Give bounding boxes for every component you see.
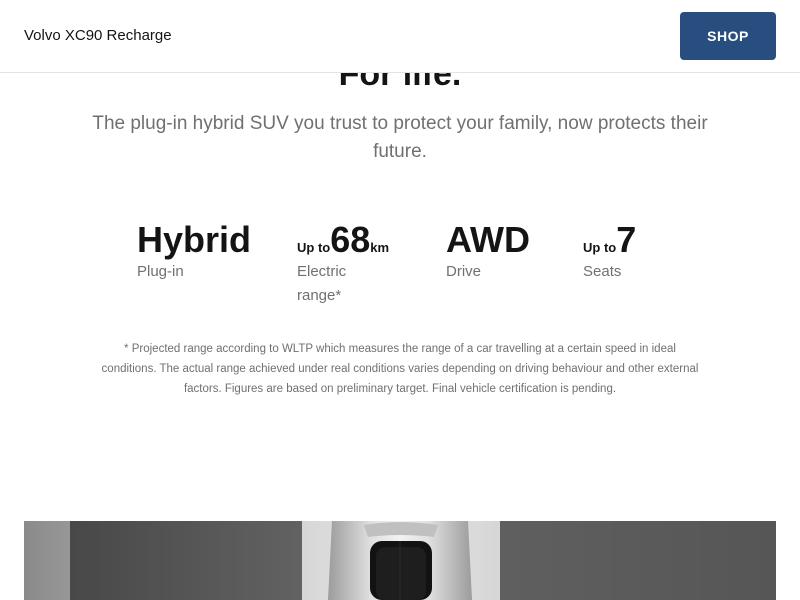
page: For life. Volvo XC90 Recharge SHOP The p… (0, 0, 800, 600)
car-top-view-image (24, 521, 776, 600)
site-header: Volvo XC90 Recharge SHOP (0, 0, 800, 73)
spec-value: Hybrid (137, 219, 252, 260)
spec-label: Seats (583, 263, 622, 280)
spec-value: AWD (446, 219, 530, 260)
hero-subtitle: The plug-in hybrid SUV you trust to prot… (92, 113, 708, 162)
spec-drive: AWD Drive (446, 220, 530, 284)
spec-label: Electric range* (297, 263, 347, 304)
spec-label: Drive (446, 263, 482, 280)
spec-label: Plug-in (137, 263, 184, 280)
spec-value: 68 (330, 219, 371, 260)
spec-value-line: Up to 68 km (297, 220, 407, 260)
spec-electric-range: Up to 68 km Electric range* (297, 220, 407, 308)
spec-seats: Up to 7 Seats (583, 220, 636, 284)
spec-prefix: Up to (297, 240, 331, 255)
range-footnote: * Projected range according to WLTP whic… (101, 343, 699, 395)
spec-prefix: Up to (583, 240, 617, 255)
header-title[interactable]: Volvo XC90 Recharge (24, 27, 172, 44)
spec-value-line: Hybrid (137, 220, 251, 260)
spec-unit: km (370, 240, 390, 255)
spec-value-line: Up to 7 (583, 220, 636, 260)
car-illustration (24, 521, 776, 600)
shop-button[interactable]: SHOP (680, 12, 776, 60)
spec-hybrid: Hybrid Plug-in (137, 220, 251, 284)
spec-value: 7 (616, 219, 637, 260)
spec-value-line: AWD (446, 220, 530, 260)
